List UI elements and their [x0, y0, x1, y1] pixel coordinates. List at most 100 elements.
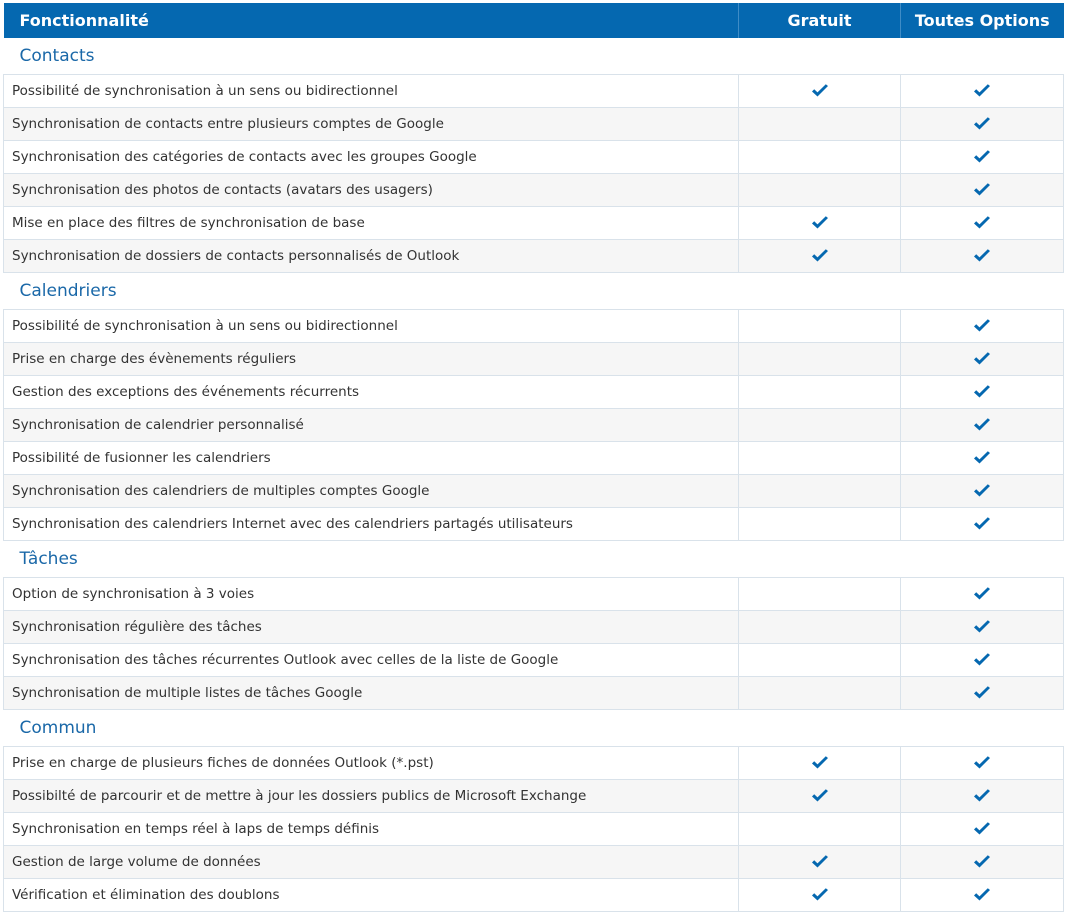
check-icon: [973, 150, 991, 164]
table-row: Synchronisation de calendrier personnali…: [3, 408, 1064, 442]
check-icon: [811, 888, 829, 902]
table-body: Contacts Possibilité de synchronisation à…: [3, 38, 1064, 912]
section-title: Commun: [3, 709, 1064, 747]
free-cell: [738, 845, 901, 879]
check-icon: [973, 216, 991, 230]
table-row: Synchronisation de contacts entre plusie…: [3, 107, 1064, 141]
check-icon: [973, 385, 991, 399]
feature-label: Synchronisation de calendrier personnali…: [3, 408, 739, 442]
all-options-cell: [900, 239, 1064, 273]
free-cell: [738, 643, 901, 677]
header-free: Gratuit: [738, 3, 901, 38]
all-options-cell: [900, 206, 1064, 240]
check-icon: [973, 653, 991, 667]
check-icon: [973, 888, 991, 902]
table-row: Synchronisation des calendriers Internet…: [3, 507, 1064, 541]
check-icon: [811, 855, 829, 869]
check-icon: [973, 756, 991, 770]
free-cell: [738, 173, 901, 207]
all-options-cell: [900, 173, 1064, 207]
table-row: Mise en place des filtres de synchronisa…: [3, 206, 1064, 240]
feature-label: Synchronisation des catégories de contac…: [3, 140, 739, 174]
check-icon: [973, 686, 991, 700]
feature-label: Synchronisation de multiple listes de tâ…: [3, 676, 739, 710]
section-title: Contacts: [3, 38, 1064, 75]
feature-label: Gestion des exceptions des événements ré…: [3, 375, 739, 409]
free-cell: [738, 507, 901, 541]
check-icon: [973, 352, 991, 366]
feature-label: Mise en place des filtres de synchronisa…: [3, 206, 739, 240]
free-cell: [738, 779, 901, 813]
check-icon: [973, 418, 991, 432]
all-options-cell: [900, 676, 1064, 710]
feature-comparison: Fonctionnalité Gratuit Toutes Options Co…: [3, 3, 1064, 912]
all-options-cell: [900, 812, 1064, 846]
feature-label: Possibilté de parcourir et de mettre à j…: [3, 779, 739, 813]
all-options-cell: [900, 140, 1064, 174]
free-cell: [738, 746, 901, 780]
check-icon: [973, 587, 991, 601]
header-feature: Fonctionnalité: [3, 3, 739, 38]
table-row: Possibilté de parcourir et de mettre à j…: [3, 779, 1064, 813]
check-icon: [973, 789, 991, 803]
free-cell: [738, 342, 901, 376]
check-icon: [811, 249, 829, 263]
all-options-cell: [900, 878, 1064, 912]
check-icon: [973, 620, 991, 634]
table-header: Fonctionnalité Gratuit Toutes Options: [3, 3, 1064, 38]
feature-label: Synchronisation de dossiers de contacts …: [3, 239, 739, 273]
table-row: Synchronisation de dossiers de contacts …: [3, 239, 1064, 273]
free-cell: [738, 577, 901, 611]
all-options-cell: [900, 375, 1064, 409]
all-options-cell: [900, 474, 1064, 508]
check-icon: [973, 517, 991, 531]
section-row: Contacts: [3, 38, 1064, 75]
all-options-cell: [900, 610, 1064, 644]
table-row: Synchronisation des catégories de contac…: [3, 140, 1064, 174]
free-cell: [738, 375, 901, 409]
table-row: Synchronisation en temps réel à laps de …: [3, 812, 1064, 846]
all-options-cell: [900, 309, 1064, 343]
free-cell: [738, 474, 901, 508]
all-options-cell: [900, 441, 1064, 475]
table-row: Gestion des exceptions des événements ré…: [3, 375, 1064, 409]
feature-label: Synchronisation de contacts entre plusie…: [3, 107, 739, 141]
table-row: Synchronisation régulière des tâches: [3, 610, 1064, 644]
check-icon: [811, 84, 829, 98]
free-cell: [738, 878, 901, 912]
section-title: Calendriers: [3, 272, 1064, 310]
comparison-table: Fonctionnalité Gratuit Toutes Options Co…: [3, 3, 1064, 912]
check-icon: [973, 319, 991, 333]
feature-label: Possibilité de fusionner les calendriers: [3, 441, 739, 475]
feature-label: Possibilité de synchronisation à un sens…: [3, 74, 739, 108]
free-cell: [738, 408, 901, 442]
feature-label: Synchronisation des tâches récurrentes O…: [3, 643, 739, 677]
feature-label: Prise en charge de plusieurs fiches de d…: [3, 746, 739, 780]
free-cell: [738, 239, 901, 273]
free-cell: [738, 610, 901, 644]
table-row: Prise en charge des évènements réguliers: [3, 342, 1064, 376]
all-options-cell: [900, 577, 1064, 611]
feature-label: Synchronisation régulière des tâches: [3, 610, 739, 644]
feature-label: Gestion de large volume de données: [3, 845, 739, 879]
table-row: Synchronisation des tâches récurrentes O…: [3, 643, 1064, 677]
free-cell: [738, 206, 901, 240]
check-icon: [811, 789, 829, 803]
all-options-cell: [900, 342, 1064, 376]
free-cell: [738, 676, 901, 710]
check-icon: [811, 756, 829, 770]
table-row: Vérification et élimination des doublons: [3, 878, 1064, 912]
feature-label: Synchronisation des photos de contacts (…: [3, 173, 739, 207]
table-row: Possibilité de synchronisation à un sens…: [3, 309, 1064, 343]
free-cell: [738, 812, 901, 846]
check-icon: [973, 484, 991, 498]
all-options-cell: [900, 779, 1064, 813]
feature-label: Possibilité de synchronisation à un sens…: [3, 309, 739, 343]
header-all-options: Toutes Options: [900, 3, 1064, 38]
feature-label: Synchronisation en temps réel à laps de …: [3, 812, 739, 846]
check-icon: [973, 84, 991, 98]
section-row: Commun: [3, 709, 1064, 747]
table-row: Prise en charge de plusieurs fiches de d…: [3, 746, 1064, 780]
free-cell: [738, 107, 901, 141]
check-icon: [811, 216, 829, 230]
